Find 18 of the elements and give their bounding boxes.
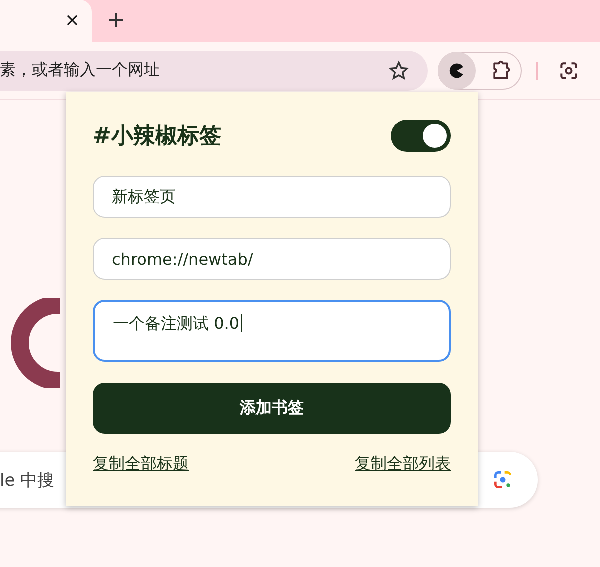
popup-title: #小辣椒标签 — [93, 123, 222, 151]
add-bookmark-button[interactable]: 添加书签 — [93, 383, 451, 434]
lens-icon[interactable] — [558, 60, 580, 82]
note-field[interactable]: 一个备注测试 0.0 — [93, 300, 451, 362]
copy-link[interactable]: 复制全部标题 — [93, 454, 189, 475]
close-icon[interactable]: × — [64, 12, 80, 30]
extension-button[interactable] — [438, 52, 476, 90]
toggle-switch[interactable] — [391, 120, 451, 152]
pacman-icon — [448, 62, 466, 80]
copy-link[interactable]: 复制全部列表 — [355, 454, 451, 475]
new-tab-button[interactable]: + — [107, 10, 126, 32]
address-bar[interactable]: 素，或者输入一个网址 — [0, 50, 428, 90]
input-field[interactable]: chrome://newtab/ — [93, 238, 451, 280]
star-icon[interactable] — [388, 60, 410, 82]
search-placeholder: le 中搜 — [0, 470, 55, 492]
input-field[interactable]: 新标签页 — [93, 176, 451, 218]
browser-tab[interactable]: × — [0, 0, 92, 42]
address-placeholder: 素，或者输入一个网址 — [0, 60, 160, 81]
